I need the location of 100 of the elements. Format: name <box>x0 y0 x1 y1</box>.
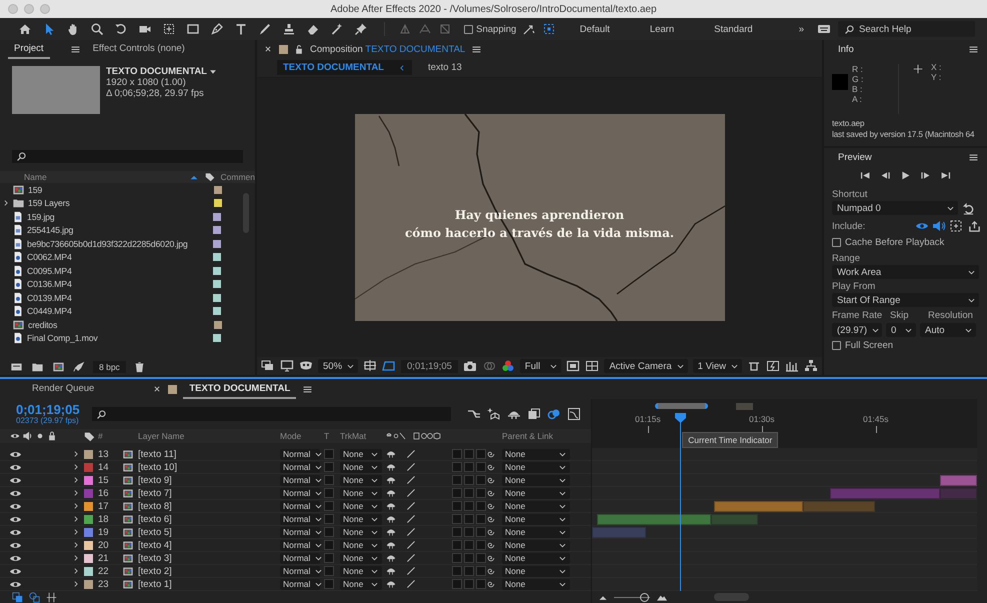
blend-mode-dropdown[interactable]: Normal <box>280 500 320 512</box>
eye-icon[interactable] <box>10 554 21 562</box>
fast-previews-icon[interactable] <box>766 359 780 373</box>
project-item[interactable]: 2554145.jpg <box>27 225 213 236</box>
work-area-marker[interactable] <box>736 403 753 410</box>
keyboard-icon[interactable] <box>816 22 832 36</box>
include-toggle[interactable] <box>931 218 947 234</box>
view-layout-dropdown[interactable]: 1 View <box>692 359 742 373</box>
project-search-field[interactable] <box>12 150 243 163</box>
label-tag-icon[interactable] <box>84 430 95 442</box>
parent-dropdown[interactable]: None <box>502 488 570 498</box>
label-swatch[interactable] <box>84 528 93 536</box>
timeline-icon[interactable] <box>785 359 799 373</box>
eye-icon[interactable] <box>10 431 20 441</box>
bit-depth-button[interactable]: 8 bpc <box>93 361 126 373</box>
zoom-slider[interactable] <box>614 592 650 602</box>
blend-mode-dropdown[interactable]: Normal <box>280 578 320 590</box>
snapping-checkbox[interactable] <box>464 24 474 34</box>
layer-name[interactable]: [texto 4] <box>138 540 280 550</box>
reset-icon[interactable] <box>962 202 975 214</box>
project-item[interactable]: creditos <box>28 320 214 330</box>
track-matte-dropdown[interactable]: None <box>340 566 382 576</box>
blend-mode-dropdown[interactable]: Normal <box>280 566 320 576</box>
label-swatch[interactable] <box>84 450 93 458</box>
project-item[interactable]: C0062.MP4 <box>27 252 213 262</box>
layer-name[interactable]: [texto 5] <box>138 526 280 538</box>
shy-icon[interactable] <box>386 566 396 576</box>
monitor-icon[interactable] <box>280 359 294 373</box>
track-matte-dropdown[interactable]: None <box>340 540 382 550</box>
parent-dropdown[interactable]: None <box>502 474 570 486</box>
camera-snapshot-icon[interactable] <box>462 359 477 373</box>
interpret-footage-icon[interactable] <box>10 361 23 373</box>
track-matte-dropdown[interactable]: None <box>340 474 382 486</box>
parent-dropdown[interactable]: None <box>502 552 570 564</box>
parent-dropdown[interactable]: None <box>502 526 570 538</box>
pick-whip-icon[interactable] <box>486 566 496 576</box>
shy-icon[interactable] <box>386 540 396 550</box>
current-timecode[interactable]: 0;01;19;05 <box>16 403 80 416</box>
color-channels-icon[interactable] <box>500 359 515 373</box>
play-from-dropdown[interactable]: Start Of Range <box>832 293 979 307</box>
blend-mode-dropdown[interactable]: Normal <box>280 462 320 472</box>
panel-tab[interactable]: Project <box>8 40 50 58</box>
in-out-toggle-icon[interactable] <box>46 592 57 602</box>
skip-to-start-icon[interactable] <box>860 170 871 181</box>
track-matte-dropdown[interactable]: None <box>340 514 382 524</box>
include-toggle[interactable] <box>948 218 964 234</box>
step-forward-icon[interactable] <box>920 170 931 181</box>
project-item[interactable]: C0449.MP4 <box>27 306 213 316</box>
eye-icon[interactable] <box>10 580 21 588</box>
parent-dropdown[interactable]: None <box>502 514 570 524</box>
zoom-dropdown[interactable]: 50% <box>318 359 358 373</box>
speaker-icon[interactable] <box>23 431 33 441</box>
layer-search-field[interactable] <box>92 407 451 421</box>
project-item[interactable]: 159 <box>28 184 214 195</box>
label-swatch[interactable] <box>84 514 93 524</box>
parent-dropdown[interactable]: None <box>502 578 570 590</box>
sort-ascending-icon[interactable] <box>188 173 199 181</box>
blend-mode-dropdown[interactable]: Normal <box>280 526 320 538</box>
close-icon[interactable] <box>152 384 162 394</box>
column-header[interactable]: Commen <box>220 172 255 182</box>
blend-mode-dropdown[interactable]: Normal <box>280 552 320 564</box>
parent-dropdown[interactable]: None <box>502 566 570 576</box>
skip-dropdown[interactable]: 0 <box>886 323 916 337</box>
shy-icon[interactable] <box>386 475 396 485</box>
lock-icon[interactable] <box>294 44 304 54</box>
project-item[interactable]: be9bc736605b0d1d93f322d2285d6020.jpg <box>27 238 213 249</box>
parent-dropdown[interactable]: None <box>502 462 570 472</box>
eye-icon[interactable] <box>10 568 21 574</box>
label-swatch[interactable] <box>84 488 93 498</box>
frame-rate-dropdown[interactable]: (29.97) <box>832 323 882 337</box>
frame-blending-icon[interactable] <box>527 407 541 421</box>
fit-icon[interactable] <box>363 359 378 373</box>
shy-icon[interactable] <box>386 514 396 524</box>
shy-icon[interactable] <box>386 527 396 537</box>
workspace-overflow-button[interactable]: » <box>792 22 810 36</box>
pick-whip-icon[interactable] <box>486 579 496 589</box>
pick-whip-icon[interactable] <box>486 540 496 550</box>
show-snapshot-icon[interactable] <box>482 359 496 373</box>
track-matte-dropdown[interactable]: None <box>340 526 382 538</box>
label-swatch[interactable] <box>84 554 93 562</box>
transparency-grid-icon[interactable] <box>585 359 600 373</box>
trash-icon[interactable] <box>134 361 145 373</box>
eye-icon[interactable] <box>10 528 21 536</box>
layers-icon[interactable] <box>261 359 275 373</box>
label-swatch[interactable] <box>84 580 93 588</box>
project-item[interactable]: C0095.MP4 <box>27 266 213 276</box>
label-swatch[interactable] <box>84 462 93 472</box>
pick-whip-icon[interactable] <box>486 449 496 459</box>
search-field[interactable]: Search Help <box>838 21 975 37</box>
project-item[interactable]: Final Comp_1.mov <box>27 333 213 344</box>
project-item[interactable]: C0139.MP4 <box>27 292 213 303</box>
layer-name[interactable]: [texto 8] <box>138 500 280 512</box>
shy-icon[interactable] <box>386 449 396 459</box>
region-of-interest-icon[interactable] <box>382 359 396 373</box>
layer-name[interactable]: [texto 10] <box>138 462 280 472</box>
range-dropdown[interactable]: Work Area <box>832 265 979 279</box>
label-swatch[interactable] <box>84 476 93 484</box>
label-swatch[interactable] <box>84 566 93 576</box>
resolution-dropdown[interactable]: Auto <box>920 323 976 337</box>
step-back-icon[interactable] <box>880 170 891 181</box>
